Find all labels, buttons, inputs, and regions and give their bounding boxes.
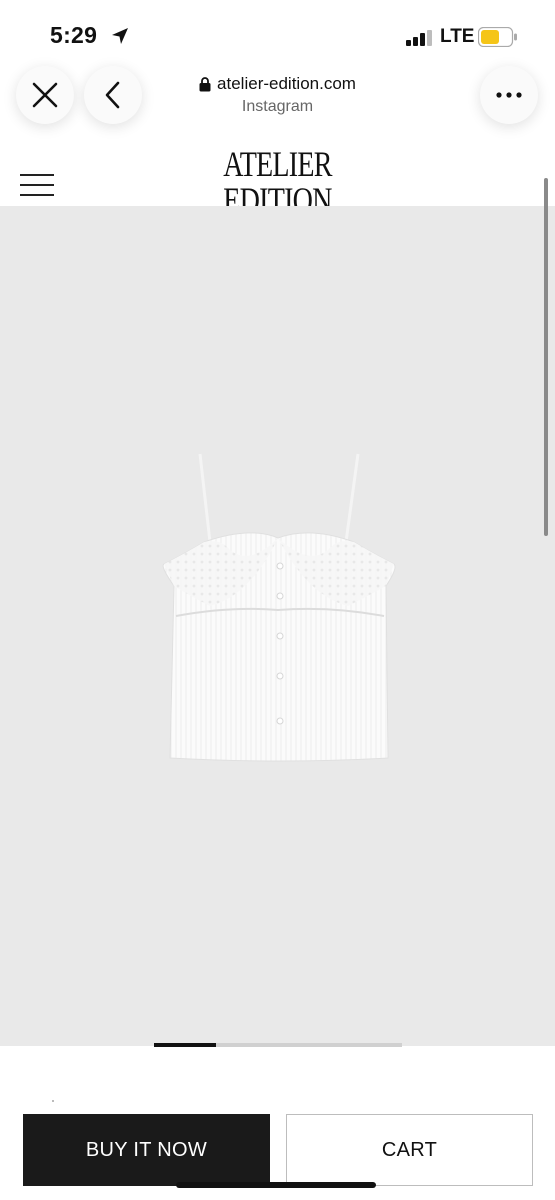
more-options-button[interactable] [480,66,538,124]
back-button[interactable] [84,66,142,124]
cart-button[interactable]: CART [286,1114,533,1186]
more-horizontal-icon [496,92,522,98]
gallery-pagination[interactable] [154,1043,402,1047]
battery-icon [478,27,517,47]
url-text: atelier-edition.com [217,74,356,93]
site-header: ATELIER EDITION [0,140,555,218]
address-bar[interactable]: atelier-edition.com Instagram [140,74,415,116]
chevron-left-icon [105,81,120,109]
hamburger-menu-icon[interactable] [20,174,56,198]
signal-strength-icon [406,30,432,46]
close-button[interactable] [16,66,74,124]
lock-icon [199,76,211,91]
gallery-pagination-active [154,1043,216,1047]
url-row: atelier-edition.com [140,74,415,94]
decorative-dot [52,1100,54,1102]
source-app-label: Instagram [241,98,314,115]
close-icon [32,82,58,108]
page-scrollbar[interactable] [544,178,548,536]
location-arrow-icon [112,28,128,44]
product-image-gallery[interactable] [0,206,555,1046]
white-camisole-top [162,453,396,762]
carrier-label: LTE [440,26,475,47]
buy-it-now-button[interactable]: BUY IT NOW [23,1114,270,1186]
home-indicator [176,1182,376,1188]
status-time: 5:29 [50,22,98,48]
browser-toolbar: atelier-edition.com Instagram [0,60,555,140]
logo-line-1: ATELIER [223,144,332,184]
